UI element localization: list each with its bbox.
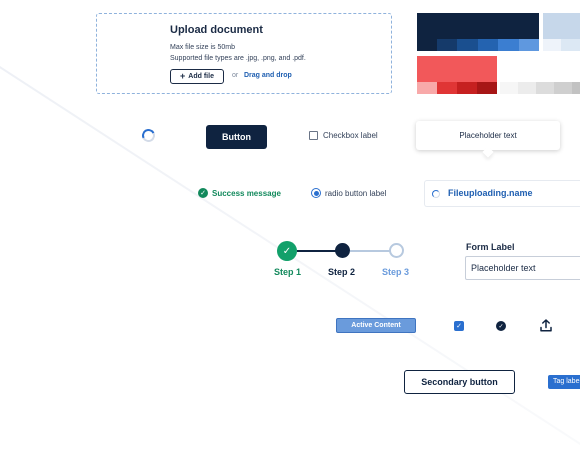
success-check-icon: ✓ bbox=[198, 188, 208, 198]
swatch-navy-large bbox=[417, 13, 539, 39]
primary-button[interactable]: Button bbox=[206, 125, 267, 149]
form-text-input[interactable] bbox=[465, 256, 580, 280]
add-file-button[interactable]: + Add file bbox=[170, 69, 224, 84]
swatch-blue-6 bbox=[519, 39, 539, 51]
radio-button-label: radio button label bbox=[325, 189, 387, 198]
stepper-connector-2 bbox=[350, 250, 390, 252]
upload-title: Upload document bbox=[170, 24, 263, 36]
radio-selected-dot bbox=[313, 190, 319, 196]
upload-icon[interactable] bbox=[540, 319, 552, 332]
active-content-tag[interactable]: Active Content bbox=[336, 318, 416, 333]
swatch-blue-3 bbox=[457, 39, 478, 51]
swatch-grey-5 bbox=[572, 82, 580, 94]
check-circle-icon: ✓ bbox=[496, 321, 506, 331]
step-1-label: Step 1 bbox=[274, 267, 302, 277]
upload-supported-types: Supported file types are .jpg, .png, and… bbox=[170, 55, 306, 62]
tag-label[interactable]: Tag label bbox=[548, 375, 580, 389]
step-3-upcoming-indicator[interactable] bbox=[389, 243, 404, 258]
form-label: Form Label bbox=[466, 242, 515, 252]
file-loading-spinner-icon bbox=[432, 190, 440, 198]
checkbox-checked-icon[interactable]: ✓ bbox=[454, 321, 464, 331]
checkbox-label: Checkbox label bbox=[323, 131, 378, 140]
step-3-label: Step 3 bbox=[382, 267, 410, 277]
step-1-completed-icon[interactable]: ✓ bbox=[277, 241, 297, 261]
stepper-connector-1 bbox=[297, 250, 337, 252]
checkbox[interactable] bbox=[309, 131, 318, 140]
loading-spinner-icon bbox=[140, 127, 157, 144]
swatch-red-4 bbox=[477, 82, 497, 94]
swatch-blue-5 bbox=[498, 39, 519, 51]
swatch-red-2 bbox=[437, 82, 457, 94]
swatch-red-large bbox=[417, 56, 497, 82]
drag-and-drop-link[interactable]: Drag and drop bbox=[244, 72, 292, 79]
step-2-current-indicator[interactable] bbox=[335, 243, 350, 258]
upload-or-text: or bbox=[232, 72, 239, 79]
swatch-light-blue-large bbox=[543, 13, 580, 39]
swatch-blue-4 bbox=[478, 39, 498, 51]
swatch-grey-4 bbox=[554, 82, 572, 94]
swatch-blue-2 bbox=[437, 39, 457, 51]
plus-icon: + bbox=[180, 71, 186, 81]
upload-max-size: Max file size is 50mb bbox=[170, 44, 235, 51]
uploading-file-name[interactable]: Fileuploading.name bbox=[448, 188, 533, 198]
secondary-button[interactable]: Secondary button bbox=[404, 370, 515, 394]
radio-button[interactable] bbox=[311, 188, 321, 198]
add-file-label: Add file bbox=[188, 73, 214, 80]
swatch-light-blue-2 bbox=[561, 39, 580, 51]
swatch-light-blue-1 bbox=[543, 39, 561, 51]
success-message: Success message bbox=[212, 189, 281, 198]
swatch-grey-3 bbox=[536, 82, 554, 94]
step-2-label: Step 2 bbox=[328, 267, 356, 277]
swatch-red-1 bbox=[417, 82, 437, 94]
swatch-blue-1 bbox=[417, 39, 437, 51]
swatch-grey-1 bbox=[500, 82, 518, 94]
upload-dropzone[interactable]: Upload document Max file size is 50mb Su… bbox=[96, 13, 392, 94]
swatch-grey-2 bbox=[518, 82, 536, 94]
swatch-red-3 bbox=[457, 82, 477, 94]
